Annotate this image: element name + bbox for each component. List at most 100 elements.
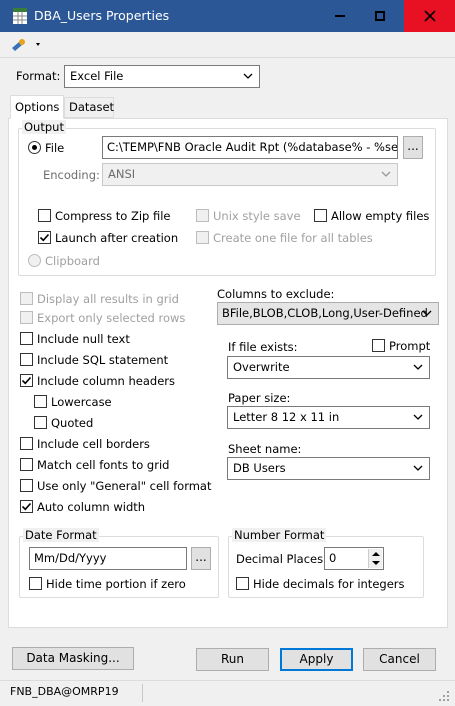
quoted-label: Quoted (51, 416, 94, 430)
chevron-down-icon (422, 310, 432, 316)
columns-exclude-label: Columns to exclude: (217, 287, 335, 301)
run-button[interactable]: Run (196, 648, 269, 671)
output-group-label: Output (22, 120, 66, 134)
auto-width-checkbox[interactable]: Auto column width (20, 500, 145, 516)
allow-empty-checkbox[interactable]: Allow empty files (314, 209, 429, 225)
unix-style-checkbox[interactable]: Unix style save (196, 209, 301, 225)
format-label: Format: (16, 69, 61, 83)
export-selected-checkbox[interactable]: Export only selected rows (20, 311, 185, 327)
sheet-name-label: Sheet name: (228, 442, 302, 456)
if-exists-value: Overwrite (233, 360, 290, 374)
data-masking-label: Data Masking... (26, 651, 120, 665)
toolbar (0, 32, 455, 58)
prompt-checkbox[interactable]: Prompt (372, 339, 430, 355)
chevron-down-icon (413, 414, 423, 420)
paper-size-value: Letter 8 12 x 11 in (233, 410, 340, 424)
apply-label: Apply (299, 652, 334, 666)
tab-dataset[interactable]: Dataset (64, 97, 114, 118)
columns-exclude-value: BFile,BLOB,CLOB,Long,User-Defined (222, 306, 428, 320)
hide-decimals-checkbox[interactable]: Hide decimals for integers (236, 577, 405, 593)
sheet-name-select[interactable]: DB Users (227, 457, 430, 480)
stepper-arrows[interactable] (368, 549, 382, 568)
hide-time-checkbox[interactable]: Hide time portion if zero (29, 577, 186, 593)
maximize-button[interactable] (357, 0, 403, 32)
encoding-select[interactable]: ANSI (102, 163, 398, 186)
file-path-input[interactable]: C:\TEMP\FNB Oracle Audit Rpt (%database%… (102, 136, 398, 159)
launch-after-checkbox[interactable]: Launch after creation (38, 231, 178, 247)
window-title: DBA_Users Properties (34, 8, 170, 23)
minimize-icon (335, 15, 345, 17)
compress-zip-checkbox[interactable]: Compress to Zip file (38, 209, 171, 225)
auto-width-label: Auto column width (37, 500, 146, 514)
general-format-checkbox[interactable]: Use only "General" cell format (20, 479, 212, 495)
launch-after-label: Launch after creation (55, 231, 179, 245)
chevron-down-icon (413, 465, 423, 471)
clipboard-radio[interactable]: Clipboard (28, 254, 100, 270)
include-null-label: Include null text (37, 332, 130, 346)
lowercase-checkbox[interactable]: Lowercase (34, 395, 112, 411)
include-sql-label: Include SQL statement (37, 353, 169, 367)
up-down-arrows-icon (372, 552, 380, 565)
file-radio-label: File (45, 141, 65, 155)
tab-dataset-label: Dataset (69, 100, 115, 114)
include-sql-checkbox[interactable]: Include SQL statement (20, 353, 168, 369)
date-format-input[interactable]: Mm/Dd/Yyyy (29, 547, 187, 570)
hide-decimals-label: Hide decimals for integers (253, 577, 405, 591)
encoding-label: Encoding: (43, 168, 100, 182)
one-file-checkbox[interactable]: Create one file for all tables (196, 231, 373, 247)
decimal-places-label: Decimal Places: (236, 552, 327, 566)
chevron-down-icon (243, 73, 253, 79)
format-select[interactable]: Excel File (64, 65, 260, 88)
chevron-down-icon (413, 364, 423, 370)
date-format-browse-button[interactable]: ... (191, 547, 211, 570)
unix-style-label: Unix style save (213, 209, 301, 223)
close-icon (423, 10, 436, 22)
clipboard-label: Clipboard (45, 254, 100, 268)
display-all-label: Display all results in grid (37, 292, 179, 306)
columns-exclude-select[interactable]: BFile,BLOB,CLOB,Long,User-Defined (217, 302, 439, 325)
format-value: Excel File (70, 69, 124, 83)
cancel-button[interactable]: Cancel (363, 648, 436, 671)
date-format-group-label: Date Format (23, 528, 99, 542)
hide-time-label: Hide time portion if zero (46, 577, 186, 591)
decimal-places-value: 0 (329, 551, 337, 565)
paper-size-select[interactable]: Letter 8 12 x 11 in (227, 406, 430, 429)
file-radio[interactable]: File (28, 141, 64, 157)
include-null-checkbox[interactable]: Include null text (20, 332, 130, 348)
data-masking-button[interactable]: Data Masking... (12, 647, 134, 670)
chevron-down-icon (381, 171, 391, 177)
display-all-checkbox[interactable]: Display all results in grid (20, 292, 179, 308)
file-browse-label: ... (407, 139, 419, 153)
include-headers-label: Include column headers (37, 374, 176, 388)
file-browse-button[interactable]: ... (403, 136, 423, 159)
resize-grip[interactable] (437, 689, 451, 703)
cell-borders-checkbox[interactable]: Include cell borders (20, 437, 150, 453)
if-exists-select[interactable]: Overwrite (227, 356, 430, 379)
compress-zip-label: Compress to Zip file (55, 209, 171, 223)
one-file-label: Create one file for all tables (213, 231, 373, 245)
status-divider (142, 684, 143, 702)
allow-empty-label: Allow empty files (331, 209, 430, 223)
run-label: Run (220, 652, 244, 666)
if-exists-label: If file exists: (228, 340, 298, 354)
date-browse-label: ... (195, 550, 207, 564)
resize-grip-icon (439, 691, 449, 701)
maximize-icon (375, 11, 385, 21)
decimal-places-stepper[interactable]: 0 (324, 547, 384, 570)
match-fonts-checkbox[interactable]: Match cell fonts to grid (20, 458, 169, 474)
cancel-label: Cancel (379, 652, 420, 666)
quoted-checkbox[interactable]: Quoted (34, 416, 93, 432)
export-selected-label: Export only selected rows (37, 311, 186, 325)
tab-options-label: Options (15, 100, 60, 114)
file-path-value: C:\TEMP\FNB Oracle Audit Rpt (%database%… (107, 140, 398, 154)
paper-size-label: Paper size: (228, 391, 291, 405)
tab-options[interactable]: Options (10, 95, 64, 119)
match-fonts-label: Match cell fonts to grid (37, 458, 170, 472)
include-headers-checkbox[interactable]: Include column headers (20, 374, 175, 390)
apply-button[interactable]: Apply (280, 648, 353, 671)
tools-icon (12, 39, 40, 51)
tools-dropdown-button[interactable] (10, 37, 44, 53)
database-table-icon (12, 7, 28, 25)
connection-status: FNB_DBA@OMRP19 (10, 685, 119, 698)
close-button[interactable] (404, 0, 455, 32)
